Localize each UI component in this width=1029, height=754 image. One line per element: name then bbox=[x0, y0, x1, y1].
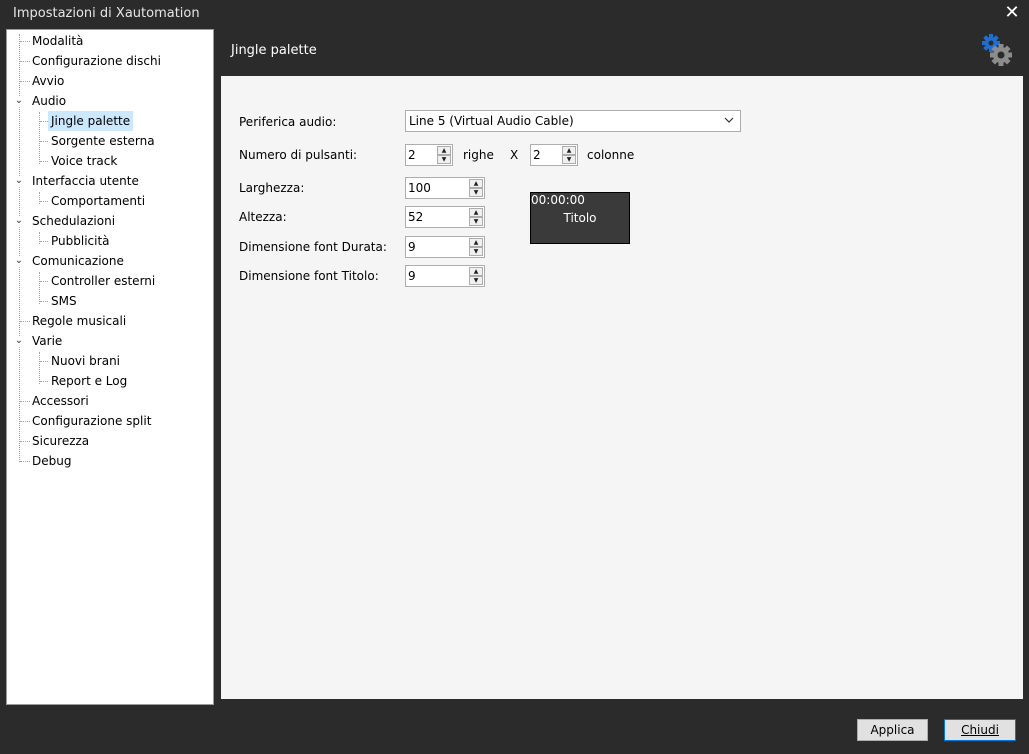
audio-device-label: Periferica audio: bbox=[239, 115, 337, 129]
width-value: 100 bbox=[408, 181, 431, 195]
preview-duration: 00:00:00 bbox=[531, 193, 585, 207]
tree-item-pubblicita[interactable]: Pubblicità bbox=[48, 231, 113, 251]
decrement-button[interactable]: ▼ bbox=[469, 276, 483, 285]
jingle-palette-panel: Periferica audio: Line 5 (Virtual Audio … bbox=[221, 76, 1023, 699]
height-stepper[interactable]: 52 ▲ ▼ bbox=[405, 206, 485, 228]
chevron-down-icon[interactable]: ⌄ bbox=[14, 216, 24, 226]
window-title: Impostazioni di Xautomation bbox=[13, 6, 200, 21]
height-value: 52 bbox=[408, 210, 424, 224]
close-button[interactable]: Chiudi bbox=[944, 719, 1016, 741]
tree-item-modalita[interactable]: Modalità bbox=[29, 31, 86, 51]
chevron-down-icon bbox=[724, 117, 734, 123]
tree-item-varie[interactable]: Varie bbox=[29, 331, 65, 351]
tree-item-sorgente-esterna[interactable]: Sorgente esterna bbox=[48, 131, 158, 151]
width-stepper[interactable]: 100 ▲ ▼ bbox=[405, 177, 485, 199]
tree-line bbox=[39, 232, 40, 244]
tree-item-configurazione-split[interactable]: Configurazione split bbox=[29, 411, 154, 431]
jingle-button-preview: 00:00:00 Titolo bbox=[530, 192, 630, 244]
columns-stepper[interactable]: 2 ▲ ▼ bbox=[530, 144, 578, 166]
page-title: Jingle palette bbox=[231, 43, 317, 58]
gears-icon bbox=[979, 31, 1015, 69]
font-duration-label: Dimensione font Durata: bbox=[239, 240, 387, 254]
audio-device-value: Line 5 (Virtual Audio Cable) bbox=[409, 114, 574, 128]
close-icon[interactable]: ✕ bbox=[1001, 2, 1023, 24]
font-title-label: Dimensione font Titolo: bbox=[239, 269, 379, 283]
tree-item-jingle-palette[interactable]: Jingle palette bbox=[48, 111, 134, 131]
tree-item-voice-track[interactable]: Voice track bbox=[48, 151, 120, 171]
font-title-value: 9 bbox=[408, 269, 416, 283]
chevron-down-icon[interactable]: ⌄ bbox=[14, 336, 24, 346]
increment-button[interactable]: ▲ bbox=[469, 179, 483, 188]
tree-item-comunicazione[interactable]: Comunicazione bbox=[29, 251, 127, 271]
tree-item-controller-esterni[interactable]: Controller esterni bbox=[48, 271, 158, 291]
tree-line bbox=[39, 192, 40, 204]
font-title-stepper[interactable]: 9 ▲ ▼ bbox=[405, 265, 485, 287]
content-header: Jingle palette bbox=[221, 29, 1023, 76]
tree-item-schedulazioni[interactable]: Schedulazioni bbox=[29, 211, 118, 231]
close-button-label: Chiudi bbox=[961, 723, 999, 737]
tree-line bbox=[39, 272, 40, 304]
tree-item-sicurezza[interactable]: Sicurezza bbox=[29, 431, 92, 451]
increment-button[interactable]: ▲ bbox=[562, 146, 576, 155]
title-bar: Impostazioni di Xautomation ✕ bbox=[0, 0, 1029, 28]
preview-title: Titolo bbox=[563, 211, 597, 225]
apply-button[interactable]: Applica bbox=[857, 719, 928, 741]
rows-stepper[interactable]: 2 ▲ ▼ bbox=[405, 144, 453, 166]
tree-item-regole-musicali[interactable]: Regole musicali bbox=[29, 311, 129, 331]
rows-label: righe bbox=[463, 148, 494, 162]
chevron-down-icon[interactable]: ⌄ bbox=[14, 256, 24, 266]
decrement-button[interactable]: ▼ bbox=[469, 217, 483, 226]
tree-line bbox=[39, 352, 40, 384]
font-duration-stepper[interactable]: 9 ▲ ▼ bbox=[405, 236, 485, 258]
tree-line bbox=[39, 112, 40, 164]
rows-value: 2 bbox=[408, 148, 416, 162]
tree-item-configurazione-dischi[interactable]: Configurazione dischi bbox=[29, 51, 164, 71]
tree-item-avvio[interactable]: Avvio bbox=[29, 71, 67, 91]
tree-item-debug[interactable]: Debug bbox=[29, 451, 74, 471]
tree-item-comportamenti[interactable]: Comportamenti bbox=[48, 191, 148, 211]
tree-item-audio[interactable]: Audio bbox=[29, 91, 69, 111]
dialog-footer: Applica Chiudi bbox=[0, 706, 1029, 754]
decrement-button[interactable]: ▼ bbox=[469, 247, 483, 256]
tree-item-interfaccia-utente[interactable]: Interfaccia utente bbox=[29, 171, 142, 191]
width-label: Larghezza: bbox=[239, 181, 305, 195]
decrement-button[interactable]: ▼ bbox=[437, 155, 451, 164]
font-duration-value: 9 bbox=[408, 240, 416, 254]
decrement-button[interactable]: ▼ bbox=[562, 155, 576, 164]
increment-button[interactable]: ▲ bbox=[469, 238, 483, 247]
decrement-button[interactable]: ▼ bbox=[469, 188, 483, 197]
columns-value: 2 bbox=[533, 148, 541, 162]
tree-item-nuovi-brani[interactable]: Nuovi brani bbox=[48, 351, 123, 371]
settings-tree[interactable]: Modalità Configurazione dischi Avvio ⌄ A… bbox=[6, 29, 214, 705]
height-label: Altezza: bbox=[239, 210, 287, 224]
chevron-down-icon[interactable]: ⌄ bbox=[14, 96, 24, 106]
tree-item-sms[interactable]: SMS bbox=[48, 291, 80, 311]
increment-button[interactable]: ▲ bbox=[469, 208, 483, 217]
increment-button[interactable]: ▲ bbox=[437, 146, 451, 155]
chevron-down-icon[interactable]: ⌄ bbox=[14, 176, 24, 186]
tree-item-accessori[interactable]: Accessori bbox=[29, 391, 92, 411]
tree-item-report-e-log[interactable]: Report e Log bbox=[48, 371, 130, 391]
columns-label: colonne bbox=[587, 148, 635, 162]
audio-device-select[interactable]: Line 5 (Virtual Audio Cable) bbox=[405, 110, 741, 132]
increment-button[interactable]: ▲ bbox=[469, 267, 483, 276]
times-label: X bbox=[510, 148, 519, 162]
buttons-count-label: Numero di pulsanti: bbox=[239, 148, 358, 162]
